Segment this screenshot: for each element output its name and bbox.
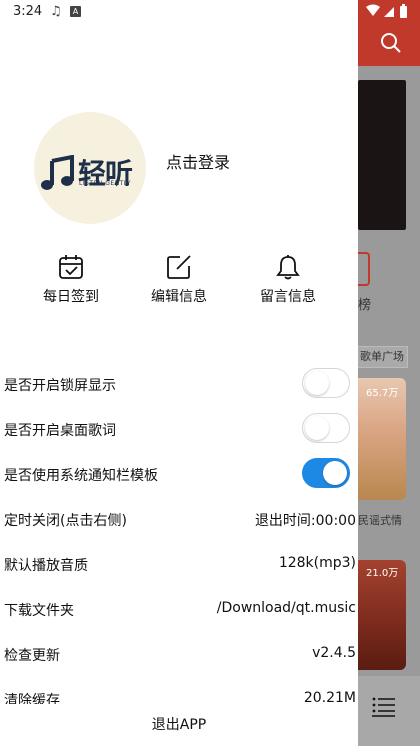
edit-icon (167, 255, 191, 279)
signal-battery-icon (366, 4, 407, 18)
music-note-logo-icon (41, 155, 74, 190)
notification-a-icon: A (70, 6, 81, 17)
status-bar: 3:24 ♫ A (0, 0, 420, 24)
music-note-icon: ♫ (50, 4, 62, 19)
message-info-button[interactable]: 留言信息 (243, 254, 333, 306)
desktop-lyrics-toggle[interactable] (302, 413, 350, 443)
background-rank-label: 榜 (358, 298, 372, 313)
playlist-menu-icon (372, 697, 395, 717)
setting-download-folder[interactable]: 下载文件夹 /Download/qt.music (0, 587, 358, 632)
toggle-knob (323, 461, 347, 485)
logo-subtitle: LISTEN GENTLY (79, 180, 132, 187)
login-button[interactable]: 点击登录 (166, 149, 230, 173)
setting-notification-template: 是否使用系统通知栏模板 (0, 452, 358, 497)
exit-app-button[interactable]: 退出APP (0, 714, 358, 734)
calendar-check-icon (59, 255, 83, 279)
background-play-count: 65.7万 (366, 388, 399, 399)
setting-lock-screen-label: 是否开启锁屏显示 (4, 378, 116, 394)
lock-screen-toggle[interactable] (302, 368, 350, 398)
setting-quality[interactable]: 默认播放音质 128k(mp3) (0, 542, 358, 587)
setting-download-folder-value[interactable]: /Download/qt.music (217, 600, 356, 616)
edit-info-label: 编辑信息 (151, 289, 207, 305)
setting-desktop-lyrics: 是否开启桌面歌词 (0, 407, 358, 452)
background-play-count: 21.0万 (366, 568, 399, 579)
toggle-knob (305, 416, 329, 440)
setting-lock-screen: 是否开启锁屏显示 (0, 362, 358, 407)
bell-icon (276, 255, 300, 280)
setting-timer[interactable]: 定时关闭(点击右侧) 退出时间:00:00 (0, 497, 358, 542)
background-playlist-title: 民谣式情 (358, 514, 402, 527)
setting-timer-label: 定时关闭(点击右侧) (4, 513, 127, 529)
background-banner (358, 80, 406, 230)
background-playlist-square-button: 歌单广场 (358, 346, 408, 368)
setting-timer-value[interactable]: 退出时间:00:00 (255, 510, 356, 530)
status-time: 3:24 (13, 4, 43, 19)
setting-desktop-lyrics-label: 是否开启桌面歌词 (4, 423, 116, 439)
setting-notification-template-label: 是否使用系统通知栏模板 (4, 468, 158, 484)
setting-check-update[interactable]: 检查更新 v2.4.5 (0, 632, 358, 677)
exit-bar: 退出APP (0, 704, 358, 746)
daily-signin-label: 每日签到 (43, 289, 99, 305)
edit-info-button[interactable]: 编辑信息 (134, 254, 224, 306)
search-icon[interactable] (380, 32, 402, 54)
background-rank-icon (356, 252, 370, 286)
daily-signin-button[interactable]: 每日签到 (26, 254, 116, 306)
setting-download-folder-label: 下载文件夹 (4, 603, 74, 619)
side-drawer: 轻听 LISTEN GENTLY 点击登录 每日签到 编辑信息 留言信息 是否开… (0, 0, 358, 746)
notification-template-toggle[interactable] (302, 458, 350, 488)
setting-quality-value[interactable]: 128k(mp3) (279, 555, 356, 571)
setting-version-value: v2.4.5 (312, 645, 356, 661)
setting-check-update-label: 检查更新 (4, 648, 60, 664)
message-info-label: 留言信息 (260, 289, 316, 305)
setting-quality-label: 默认播放音质 (4, 558, 88, 574)
toggle-knob (305, 371, 329, 395)
